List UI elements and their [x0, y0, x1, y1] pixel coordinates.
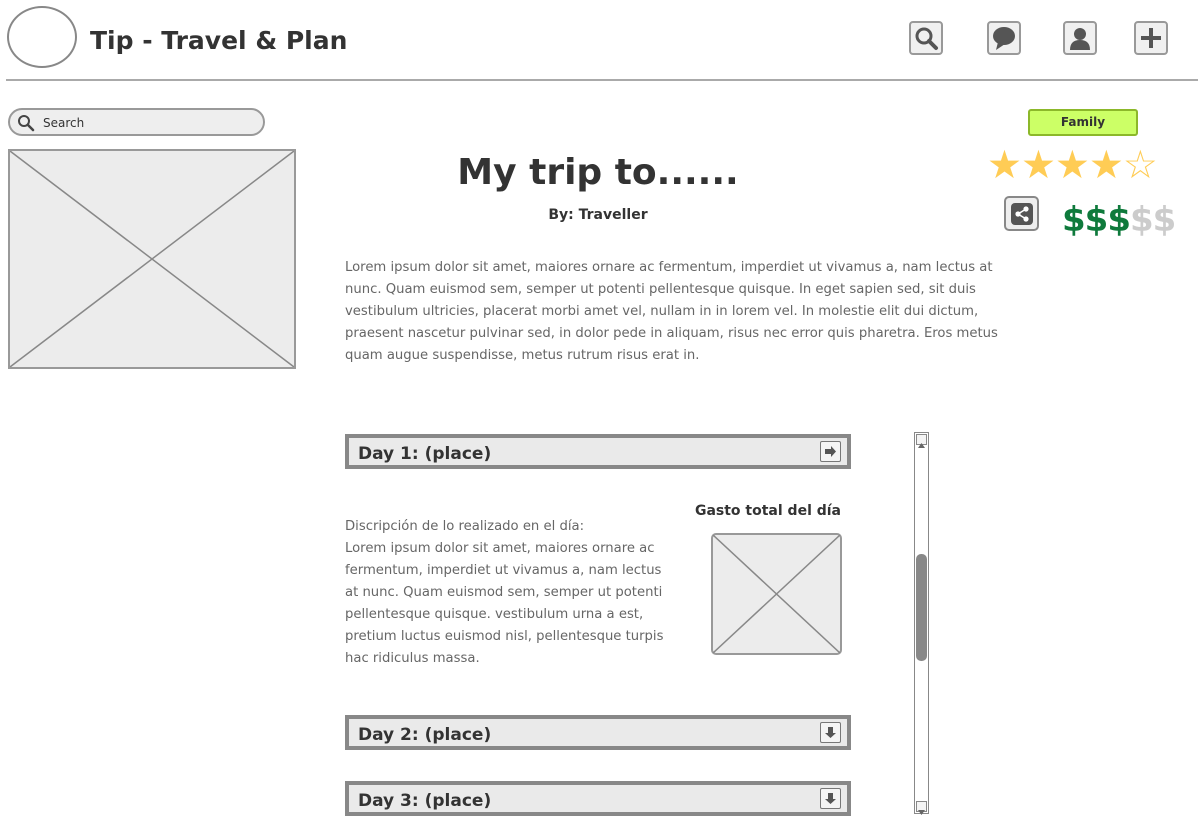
header-divider	[6, 79, 1198, 81]
price-empty: $$	[1129, 200, 1176, 240]
trip-author: By: Traveller	[548, 207, 648, 223]
arrow-down-icon	[825, 793, 836, 804]
scroll-down-button[interactable]	[916, 801, 927, 815]
day-3-label: Day 3: (place)	[358, 791, 492, 811]
day-1-description-heading: Discripción de lo realizado en el día:	[345, 519, 585, 534]
header-chat-button[interactable]	[987, 21, 1021, 55]
day-1-toggle-button[interactable]	[820, 441, 841, 462]
day-2-label: Day 2: (place)	[358, 725, 492, 745]
day-1-expense-label: Gasto total del día	[694, 503, 842, 519]
trip-image-placeholder	[8, 149, 296, 369]
share-button[interactable]	[1004, 196, 1039, 231]
day-1-expense-image-placeholder	[711, 533, 842, 655]
day-2-header[interactable]: Day 2: (place)	[345, 715, 851, 750]
plus-icon	[1141, 28, 1161, 48]
header-profile-button[interactable]	[1063, 21, 1097, 55]
share-icon	[1010, 202, 1033, 225]
star-rating[interactable]: ★★★★☆	[987, 143, 1158, 188]
search-icon	[18, 115, 35, 132]
arrow-down-icon	[825, 727, 836, 738]
search-icon	[915, 27, 938, 50]
image-placeholder-icon	[713, 535, 840, 653]
trip-title: My trip to......	[457, 152, 739, 193]
day-3-toggle-button[interactable]	[820, 788, 841, 809]
day-1-description: Discripción de lo realizado en el día: L…	[345, 516, 675, 670]
logo-circle[interactable]	[7, 6, 77, 68]
user-icon	[1070, 28, 1090, 50]
day-3-header[interactable]: Day 3: (place)	[345, 781, 851, 816]
day-2-toggle-button[interactable]	[820, 722, 841, 743]
days-scrollbar[interactable]	[914, 432, 929, 815]
search-placeholder: Search	[43, 116, 85, 130]
triangle-up-icon	[918, 443, 925, 448]
header-search-button[interactable]	[909, 21, 943, 55]
chat-bubble-icon	[993, 27, 1015, 50]
day-1-header[interactable]: Day 1: (place)	[345, 434, 851, 469]
arrow-right-icon	[825, 446, 836, 457]
price-level: $$$$$	[1062, 199, 1176, 241]
category-badge[interactable]: Family	[1028, 109, 1138, 136]
price-filled: $$$	[1062, 200, 1131, 240]
search-input[interactable]: Search	[8, 108, 265, 136]
day-1-label: Day 1: (place)	[358, 444, 492, 464]
day-1-description-body: Lorem ipsum dolor sit amet, maiores orna…	[345, 541, 664, 666]
star-empty: ☆	[1122, 143, 1158, 188]
scroll-thumb[interactable]	[916, 554, 927, 661]
scroll-up-button[interactable]	[916, 434, 927, 448]
image-placeholder-icon	[10, 151, 294, 367]
trip-intro-text: Lorem ipsum dolor sit amet, maiores orna…	[345, 260, 998, 363]
header-add-button[interactable]	[1134, 21, 1168, 55]
star-filled: ★★★★	[987, 143, 1124, 188]
triangle-down-icon	[918, 810, 925, 815]
app-title: Tip - Travel & Plan	[90, 26, 348, 55]
